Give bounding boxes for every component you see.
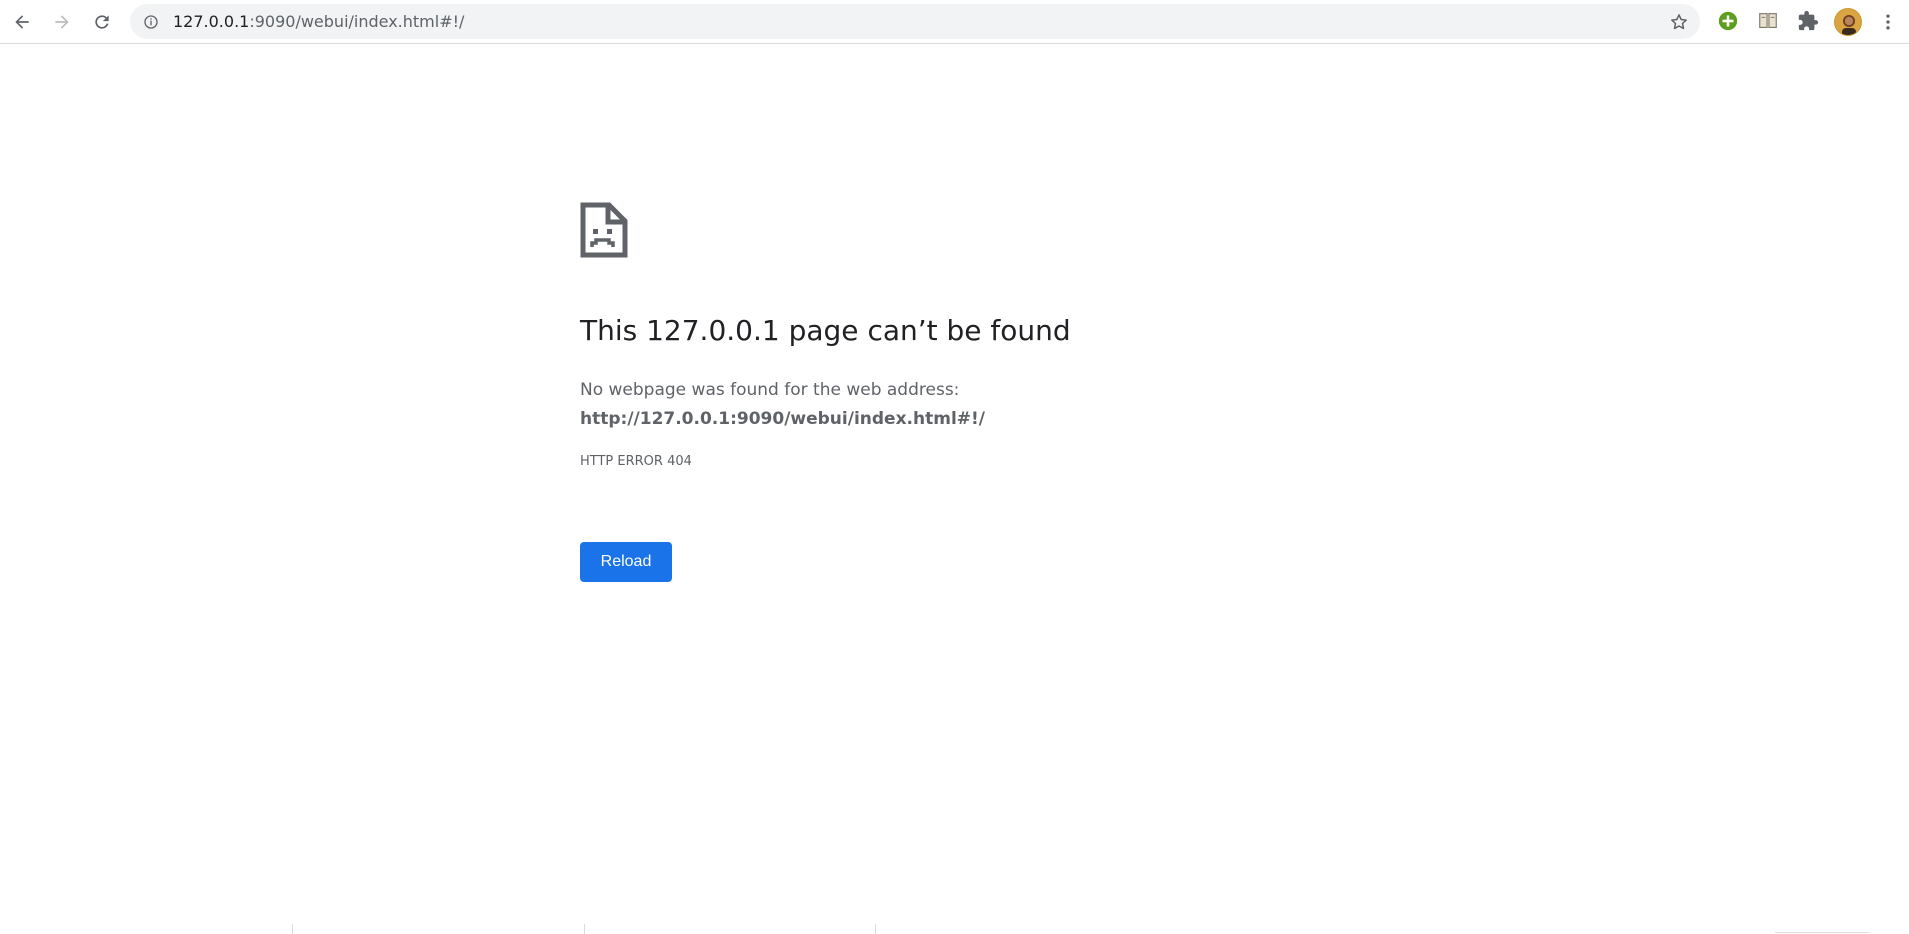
url-path: :9090/webui/index.html#!/: [249, 12, 465, 31]
reading-list-icon[interactable]: [1756, 9, 1780, 33]
info-icon[interactable]: [142, 13, 160, 31]
reload-button[interactable]: Reload: [580, 542, 672, 582]
divider: [584, 924, 585, 934]
address-bar[interactable]: 127.0.0.1:9090/webui/index.html#!/: [130, 4, 1700, 39]
url-host: 127.0.0.1: [173, 12, 250, 31]
error-code: HTTP ERROR 404: [580, 454, 692, 469]
sad-page-icon: [580, 202, 628, 258]
browser-menu-button[interactable]: [1872, 6, 1904, 38]
reload-page-button[interactable]: [86, 6, 118, 38]
browser-toolbar: 127.0.0.1:9090/webui/index.html#!/: [0, 0, 1909, 44]
divider: [1775, 932, 1869, 933]
star-icon[interactable]: [1668, 11, 1690, 33]
divider: [875, 924, 876, 934]
arrow-forward-icon: [55, 15, 69, 29]
puzzle-icon[interactable]: [1796, 9, 1820, 33]
error-title: This 127.0.0.1 page can’t be found: [580, 314, 1071, 347]
plus-circle-icon[interactable]: [1716, 9, 1740, 33]
divider: [292, 924, 293, 934]
error-description: No webpage was found for the web address…: [580, 380, 960, 400]
address-bar-url[interactable]: 127.0.0.1:9090/webui/index.html#!/: [173, 4, 464, 39]
error-url: http://127.0.0.1:9090/webui/index.html#!…: [580, 409, 985, 429]
kebab-menu-icon: [1886, 14, 1890, 30]
back-button[interactable]: [6, 6, 38, 38]
profile-avatar[interactable]: [1834, 8, 1862, 36]
forward-button[interactable]: [46, 6, 78, 38]
arrow-back-icon: [15, 15, 29, 29]
reload-icon: [95, 15, 109, 29]
